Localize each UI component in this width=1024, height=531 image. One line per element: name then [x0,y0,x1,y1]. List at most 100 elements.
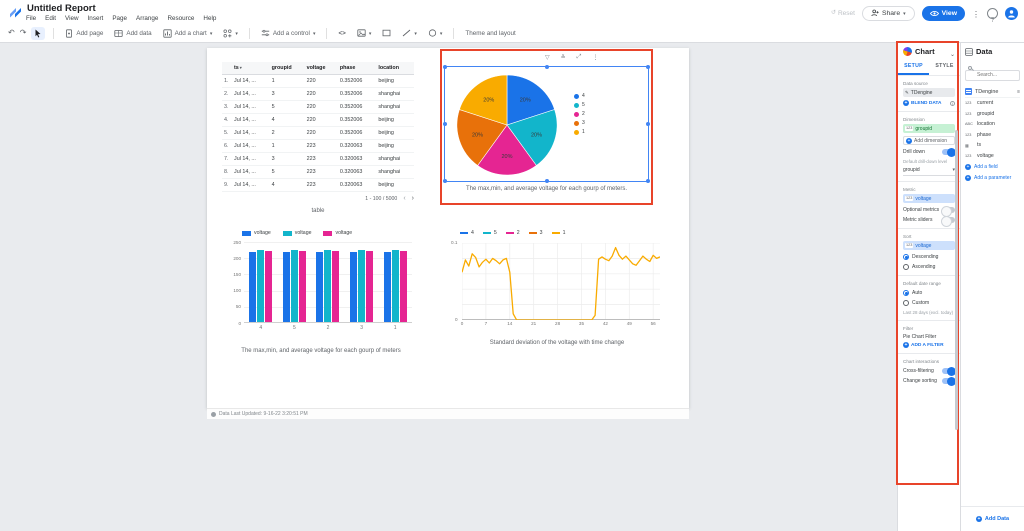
menu-view[interactable]: View [65,15,79,22]
sort-ascending-option[interactable]: Ascending [903,264,955,270]
sort-field-chip[interactable]: 123 voltage [903,241,955,250]
report-page[interactable]: tsgroupidvoltagephaselocation 1.Jul 14, … [207,48,689,408]
view-button[interactable]: View [921,5,965,21]
field-groupid[interactable]: 123 groupid [965,109,1020,120]
report-canvas[interactable]: tsgroupidvoltagephaselocation 1.Jul 14, … [0,43,897,531]
bar[interactable] [282,252,290,322]
bar[interactable] [290,250,298,322]
reset-button[interactable]: ↺ Reset [831,9,855,17]
add-filter-button[interactable]: ADD A FILTER [903,342,955,348]
bar[interactable] [399,250,407,322]
column-header-phase[interactable]: phase [337,62,377,75]
menu-edit[interactable]: Edit [45,15,56,22]
add-control-button[interactable]: Add a control [258,27,319,39]
menu-file[interactable]: File [26,15,36,22]
column-header-location[interactable]: location [376,62,414,75]
add-field-button[interactable]: Add a field [965,161,1020,172]
field-current[interactable]: 123 current [965,98,1020,109]
add-data-button[interactable]: Add data [111,27,154,40]
bar[interactable] [249,252,257,322]
line-tool[interactable] [399,27,420,39]
bar[interactable] [391,250,399,322]
cross-filtering-toggle[interactable] [942,366,956,376]
tab-setup[interactable]: SETUP [898,60,929,75]
menu-help[interactable]: Help [203,15,216,22]
legend-item[interactable]: 3 [574,120,585,126]
redo-icon[interactable]: ↷ [20,29,27,37]
menu-resource[interactable]: Resource [167,15,194,22]
next-page-icon[interactable] [412,195,414,202]
image-button[interactable] [354,27,375,39]
bar[interactable] [298,250,306,322]
resize-handle[interactable] [544,65,549,69]
legend-item[interactable]: voltage [282,230,311,236]
add-parameter-button[interactable]: Add a parameter [965,172,1020,183]
line-chart[interactable]: 4 5 2 3 1 0.1 0 0 7 14 21 28 35 42 49 56 Standard de… [450,230,664,346]
resize-handle[interactable] [544,179,549,183]
data-source-row[interactable]: TDengine [965,86,1020,98]
resize-handle[interactable] [443,65,447,69]
undo-icon[interactable]: ↶ [8,29,15,37]
bar-group-5[interactable] [278,241,312,322]
menu-page[interactable]: Page [112,15,127,22]
date-auto-option[interactable]: Auto [903,290,955,296]
bar[interactable] [257,250,265,322]
dimension-chip[interactable]: 123 groupid [903,124,955,133]
rectangle-tool[interactable] [379,27,394,39]
resize-handle[interactable] [646,122,650,126]
pie-chart[interactable]: 20% 20% 20% 20% 20% 4 5 2 3 1 [443,65,650,183]
previous-page-icon[interactable] [403,195,405,202]
bar-group-4[interactable] [244,241,278,322]
legend-item[interactable]: 3 [528,230,543,236]
date-custom-option[interactable]: Custom [903,300,955,306]
metric-sliders-toggle[interactable] [941,215,955,227]
bar-group-1[interactable] [378,241,412,322]
bar[interactable] [350,252,358,322]
add-dimension-button[interactable]: Add dimension [903,136,955,145]
resize-handle[interactable] [646,179,650,183]
blend-data-button[interactable]: BLEND DATA [903,100,955,106]
legend-item[interactable]: voltage [242,230,271,236]
add-data-button-bottom[interactable]: Add Data [975,513,1009,524]
resize-handle[interactable] [646,65,650,69]
report-title[interactable]: Untitled Report [27,3,96,14]
field-location[interactable]: ABC location [965,119,1020,130]
bar[interactable] [316,252,324,322]
field-ts[interactable]: ▦ ts [965,140,1020,151]
menu-insert[interactable]: Insert [88,15,104,22]
bar-chart[interactable]: voltage voltage voltage 0 50 100 150 200 250 45… [228,230,414,354]
chart-more-icon[interactable]: ⋮ [592,54,598,61]
bar[interactable] [332,250,340,322]
bar-group-3[interactable] [345,241,379,322]
chevron-down-icon[interactable] [950,43,955,61]
share-dropdown-caret[interactable] [903,10,906,17]
add-chart-button[interactable]: Add a chart [160,27,216,40]
legend-item[interactable]: 4 [574,93,585,99]
column-header-voltage[interactable]: voltage [304,62,338,75]
bar[interactable] [366,250,374,322]
drill-level-select[interactable]: groupid [903,167,955,176]
share-button[interactable]: Share [861,5,915,21]
collapse-icon[interactable] [1017,89,1020,95]
search-input[interactable] [965,69,1020,81]
resize-handle[interactable] [443,122,447,126]
legend-item[interactable]: 2 [574,111,585,117]
help-icon[interactable] [987,7,998,19]
more-options-icon[interactable] [972,4,980,22]
sort-icon[interactable]: ≚ [561,54,566,61]
sort-descending-option[interactable]: Descending [903,254,955,260]
legend-item[interactable]: 4 [460,230,474,236]
panel-scrollbar[interactable] [955,130,958,430]
legend-item[interactable]: 5 [574,102,585,108]
legend-item[interactable]: 1 [551,230,565,236]
column-header-groupid[interactable]: groupid [269,62,305,75]
bar-group-2[interactable] [311,241,345,322]
drill-down-toggle[interactable] [942,147,956,157]
add-page-button[interactable]: Add page [62,27,106,40]
theme-layout-button[interactable]: Theme and layout [462,28,518,39]
shape-tool[interactable] [425,27,446,39]
legend-item[interactable]: voltage [323,230,352,236]
column-header-ts[interactable]: ts [232,62,270,75]
bar[interactable] [358,250,366,322]
bar[interactable] [383,252,391,322]
